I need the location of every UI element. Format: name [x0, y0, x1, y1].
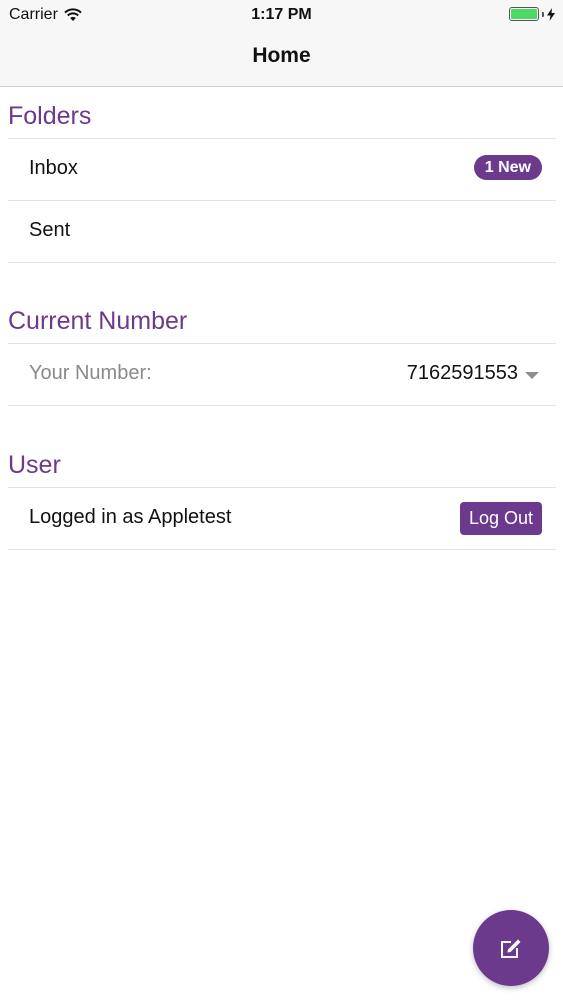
battery-cap	[542, 11, 544, 17]
charging-bolt-icon	[547, 7, 555, 21]
navigation-bar: Home	[0, 30, 563, 87]
battery-indicator	[509, 7, 555, 21]
battery-level	[511, 9, 537, 19]
logged-in-text: Logged in as Appletest	[29, 506, 232, 528]
current-number-value: 7162591553	[406, 362, 518, 384]
compose-icon	[501, 939, 521, 958]
compose-button[interactable]	[473, 910, 549, 986]
battery-icon	[509, 7, 539, 21]
status-time: 1:17 PM	[251, 6, 312, 23]
divider	[8, 405, 556, 406]
status-bar: Carrier 1:17 PM	[0, 0, 563, 30]
section-header-folders: Folders	[8, 102, 92, 130]
page-title: Home	[252, 44, 311, 67]
chevron-down-icon[interactable]	[525, 372, 539, 379]
section-header-user: User	[8, 451, 61, 479]
section-header-current-number: Current Number	[8, 307, 188, 335]
user-row: Logged in as Appletest Log Out	[8, 488, 556, 549]
number-selector-row[interactable]: Your Number: 7162591553	[8, 344, 556, 405]
folder-label-sent: Sent	[29, 219, 71, 241]
new-count-badge: 1 New	[473, 155, 542, 180]
divider	[8, 262, 556, 263]
logout-button[interactable]: Log Out	[459, 502, 542, 535]
divider	[8, 549, 556, 550]
your-number-label: Your Number:	[29, 362, 152, 384]
folder-item-sent[interactable]: Sent	[8, 201, 556, 262]
folder-item-inbox[interactable]: Inbox 1 New	[8, 139, 556, 200]
folder-label-inbox: Inbox	[29, 157, 78, 179]
